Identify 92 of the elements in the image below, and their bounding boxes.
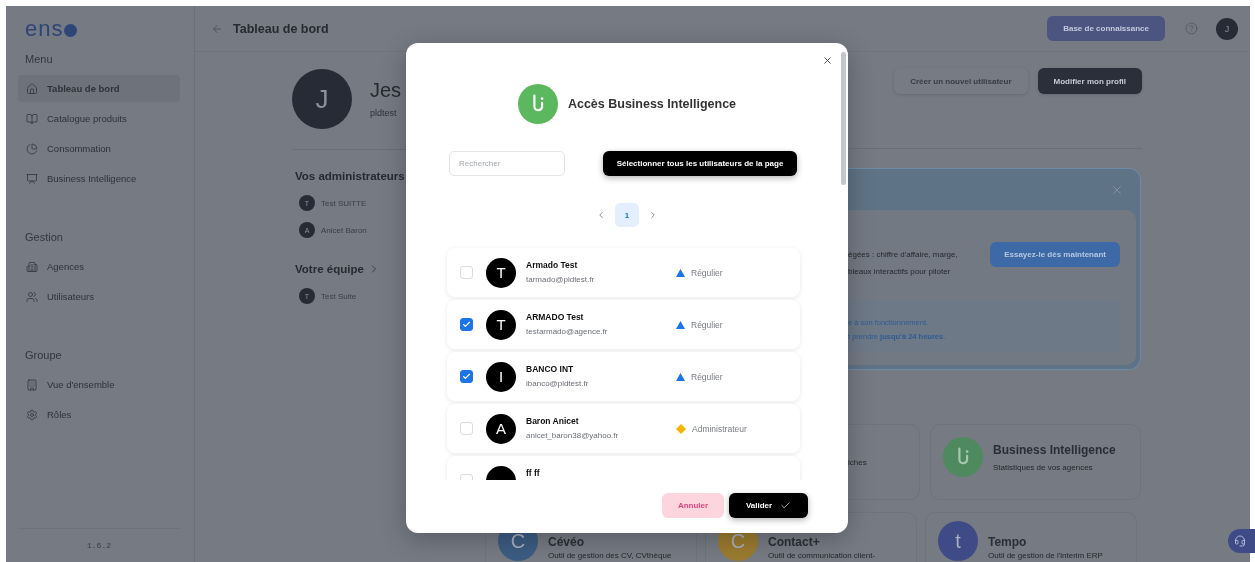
app-name: Tempo (988, 535, 1028, 549)
team-link[interactable]: Votre équipe (295, 263, 406, 275)
home-icon (26, 82, 38, 95)
app-description: iches (848, 457, 867, 467)
user-row[interactable]: T Armado Test tarmado@pldtest.fr Régulier (447, 248, 800, 297)
app-description: Statistiques de vos agences (993, 463, 1094, 472)
sidebar-item[interactable]: Utilisateurs (18, 283, 180, 310)
role-label: Régulier (691, 371, 723, 382)
modal-title: Accès Business Intelligence (567, 97, 737, 111)
user-name: Baron Anicet (526, 416, 580, 426)
checkbox[interactable] (460, 318, 473, 331)
user-name: Armado Test (526, 260, 579, 270)
sidebar-item[interactable]: Catalogue produits (18, 105, 180, 132)
edit-profile-button[interactable]: Modifier mon profil (1037, 68, 1142, 94)
book-icon (26, 112, 38, 125)
sidebar-item[interactable]: Tableau de bord (18, 75, 180, 102)
knowledge-base-button[interactable]: Base de connaissance (1047, 16, 1165, 41)
page-button[interactable]: 1 (615, 203, 639, 227)
check-icon (780, 500, 792, 511)
role-label: Administrateur (692, 423, 747, 434)
headset-icon (1234, 535, 1246, 547)
page-title: Tableau de bord (233, 21, 329, 36)
user-row[interactable]: A Baron Anicet anicet_baron38@yahoo.fr Administrateur (447, 404, 800, 453)
sidebar-item[interactable]: Rôles (18, 401, 180, 428)
chevron-right-icon (648, 210, 658, 220)
section-title: Menu (25, 53, 54, 65)
back-arrow-icon[interactable] (211, 22, 223, 35)
settings-icon (26, 408, 38, 421)
user-email: testarmado@agence.fr (526, 327, 609, 336)
user-avatar[interactable]: J (1216, 17, 1238, 40)
sidebar-item[interactable]: Consommation (18, 135, 180, 162)
banner-text: égées : chiffre d'affaire, marge, (848, 249, 958, 261)
app-card[interactable]: Business Intelligence Statistiques de vos agences (930, 424, 1141, 500)
section-title: Groupe (25, 349, 63, 361)
confirm-button[interactable]: Valider (729, 493, 808, 518)
support-button[interactable] (1228, 529, 1255, 553)
user-email: ibanco@pldtest.fr (526, 379, 590, 388)
profile-email: pldtest (370, 107, 397, 118)
app-description: Outil de gestion de l'interim ERP (988, 551, 1103, 560)
user-row[interactable]: ff ff (447, 456, 800, 480)
app-card[interactable]: iches (848, 424, 920, 500)
user-row[interactable]: I BANCO INT ibanco@pldtest.fr Régulier (447, 352, 800, 401)
checkbox[interactable] (460, 370, 473, 383)
building-icon (26, 260, 38, 273)
app-name: Contact+ (768, 535, 821, 549)
app-card[interactable]: t Tempo Outil de gestion de l'interim ERP (925, 512, 1137, 562)
search-field[interactable]: Rechercher (449, 151, 565, 176)
scrollbar-thumb[interactable] (841, 52, 846, 185)
diamond-icon (676, 423, 686, 434)
section-heading: Vos administrateurs (295, 170, 406, 182)
user-avatar: I (486, 361, 516, 392)
user-avatar: T (486, 309, 516, 340)
role-label: Régulier (691, 267, 723, 278)
app-description: Outil de gestion des CV, CVthèque (548, 551, 672, 560)
users-icon (26, 290, 38, 303)
banner-text: bleaux interactifs pour piloter (848, 266, 952, 278)
try-now-button[interactable]: Essayez-le dès maintenant (990, 242, 1120, 267)
app-logo: t (938, 521, 978, 561)
logo-dot-icon (64, 24, 78, 37)
user-email: anicet_baron38@yahoo.fr (526, 431, 620, 440)
role-label: Régulier (691, 319, 723, 330)
check-icon (462, 320, 471, 329)
cancel-button[interactable]: Annuler (662, 493, 724, 518)
user-email: tarmado@pldtest.fr (526, 275, 596, 284)
close-icon (821, 54, 833, 66)
app-name: Cévéo (548, 535, 586, 549)
sidebar-item[interactable]: Vue d'ensemble (18, 371, 180, 398)
user-name: ff ff (526, 468, 541, 478)
presentation-board-icon (26, 172, 38, 185)
section-title: Gestion (25, 231, 64, 243)
user-row[interactable]: T ARMADO Test testarmado@agence.fr Régulier (447, 300, 800, 349)
user-avatar: T (486, 257, 516, 288)
building-icon (26, 378, 38, 391)
app-description: Outil de communication client- (768, 551, 876, 560)
user-name: ARMADO Test (526, 312, 585, 322)
user-avatar: A (486, 413, 516, 444)
check-icon (462, 372, 471, 381)
sidebar-item[interactable]: Agences (18, 253, 180, 280)
app-name: Business Intelligence (993, 443, 1116, 457)
create-user-button[interactable]: Créer un nouvel utilisateur (894, 68, 1028, 94)
sidebar-item[interactable]: Business Intelligence (18, 165, 180, 192)
profile-name: Jes (370, 78, 402, 102)
triangle-icon (676, 268, 685, 277)
triangle-icon (676, 372, 685, 381)
help-icon[interactable] (1185, 22, 1198, 35)
logo-text: ens (25, 18, 64, 40)
chevron-left-icon (596, 210, 606, 220)
select-all-button[interactable]: Sélectionner tous les utilisateurs de la page (603, 151, 797, 176)
user-name: BANCO INT (526, 364, 575, 374)
triangle-icon (676, 320, 685, 329)
profile-avatar: J (292, 69, 352, 129)
pie-chart-icon (26, 142, 38, 155)
